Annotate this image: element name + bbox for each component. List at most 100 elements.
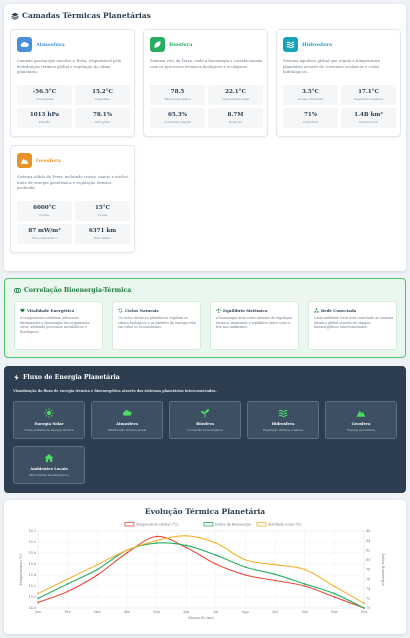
flow-node-name: Ambientes Locais — [30, 466, 68, 472]
correlation-item-description: Os ciclos térmicos planetários regulam o… — [118, 316, 197, 330]
series-point-0 — [66, 590, 69, 593]
layer-stat-value: 17.1°C — [358, 89, 379, 95]
layer-stat-label: Espécies — [229, 120, 242, 124]
layer-card-header: Hidrosfera — [283, 37, 332, 52]
correlation-title-text: Correlação Bioenergia-Térmica — [24, 287, 132, 294]
layer-stats-grid: 78.5 Bioenergia Índice 22.1°C Temperatur… — [150, 85, 263, 128]
flow-subtitle: Visualização do fluxo de energia térmica… — [13, 389, 217, 393]
series-point-0 — [185, 546, 188, 549]
layer-stat-label: Cobertura Vegetal — [164, 120, 191, 124]
flow-node-name: Hidrosfera — [271, 421, 295, 427]
series-point-2 — [274, 563, 276, 566]
layer-card-description: Sistema vivo da Terra, onde a bioenergia… — [150, 58, 263, 69]
layer-stat-value: 71% — [303, 112, 318, 118]
layer-stat-label: Raio Médio — [94, 236, 111, 240]
correlation-item-header: Vitalidade Energética — [20, 308, 74, 313]
y-left-tick-label: 15.4 — [28, 573, 36, 577]
series-point-0 — [303, 585, 306, 587]
layer-card-name: Geosfera — [36, 157, 61, 164]
layer-stat-label: Temperatura Ideal — [221, 97, 250, 101]
x-tick-label: Jan — [34, 610, 41, 614]
layer-stat-value: 1.4B km³ — [354, 112, 383, 118]
series-point-1 — [96, 568, 99, 571]
layer-stat-value: 15°C — [94, 205, 111, 211]
flow-node-description: Microclimas bioenergéticos — [29, 472, 69, 477]
correlation-item-name: Ciclos Naturais — [125, 308, 159, 313]
series-point-2 — [363, 602, 365, 605]
correlation-item-header: Equilíbrio Sistêmico — [216, 308, 267, 313]
layer-card-3: Geosfera Sistema sólido da Terra, inclui… — [10, 145, 135, 253]
series-point-1 — [37, 597, 39, 600]
flow-title: Fluxo de Energia Planetária — [13, 374, 120, 381]
layer-card-1: Biosfera Sistema vivo da Terra, onde a b… — [143, 29, 268, 137]
flow-node-description: Fonte primária de energia térmica — [24, 427, 74, 432]
x-tick-label: Dez — [361, 610, 368, 614]
layer-stat: 78.1% Nitrogênio — [75, 108, 130, 128]
y-right-tick-label: 74 — [366, 587, 370, 591]
network-icon — [314, 308, 319, 313]
layer-stat-value: 22.1°C — [225, 89, 246, 95]
x-tick-label: Jul — [212, 610, 218, 614]
flow-node-description: Energia geotérmica — [346, 427, 376, 432]
cycle-icon — [118, 308, 123, 313]
correlation-item-description: A temperatura ambiente influencia direta… — [20, 316, 90, 334]
series-point-1 — [214, 554, 217, 556]
correlation-item-name: Vitalidade Energética — [27, 308, 75, 313]
y-left-tick-label: 15.0 — [28, 595, 36, 599]
flow-node-2: Biosfera Conversão bioenergética — [169, 401, 241, 439]
layer-card-0: Atmosfera Camada gasosa que envolve a Te… — [10, 29, 135, 137]
layer-stat-label: Superfície — [94, 97, 111, 101]
x-tick-label: Set — [272, 610, 278, 614]
layer-stat: 15°C Crosta — [75, 201, 130, 221]
layer-stat: 8.7M Espécies — [208, 108, 263, 128]
layer-stat-value: 3.5°C — [302, 89, 319, 95]
x-tick-label: Ago — [241, 610, 249, 614]
layer-stats-grid: -56.5°C Tropopausa 15.2°C Superfície 101… — [17, 85, 130, 128]
x-axis-label: Meses do Ano — [188, 616, 213, 620]
flow-node-name: Atmosfera — [116, 421, 138, 427]
y-right-tick-label: 86 — [366, 529, 370, 533]
correlation-item-description: Cada ambiente local está conectado ao si… — [314, 316, 394, 330]
layer-stat-value: 65.3% — [168, 112, 187, 118]
legend-label: Índice de Bioenergia — [215, 522, 251, 527]
layer-stat: -56.5°C Tropopausa — [17, 85, 72, 105]
layer-stat-label: Nitrogênio — [94, 120, 111, 124]
water-icon — [278, 410, 288, 418]
layer-card-name: Atmosfera — [36, 41, 65, 48]
series-point-1 — [66, 583, 69, 585]
layer-stat: 6371 km Raio Médio — [75, 224, 130, 244]
layer-stat-label: Volume Total — [359, 120, 378, 124]
series-point-1 — [244, 566, 247, 568]
correlation-panel: Correlação Bioenergia-Térmica Vitalidade… — [4, 278, 406, 358]
y-left-tick-label: 16.0 — [28, 540, 36, 544]
series-point-1 — [303, 583, 306, 585]
series-point-1 — [363, 607, 365, 609]
series-point-0 — [333, 596, 336, 598]
x-tick-label: Abr — [123, 610, 131, 614]
layer-stat: 3.5°C Oceano Profundo — [283, 85, 338, 105]
series-point-2 — [244, 558, 247, 561]
series-point-2 — [333, 585, 336, 588]
layer-stat-value: 15.2°C — [92, 89, 113, 95]
sun-icon — [44, 408, 54, 418]
correlation-item-0: Vitalidade Energética A temperatura ambi… — [14, 301, 103, 350]
layer-stat-value: 8.7M — [227, 112, 244, 118]
layer-stat-label: Oceano Profundo — [297, 97, 324, 101]
layers-title: Camadas Térmicas Planetárias — [11, 11, 151, 20]
layer-stat-value: 6371 km — [88, 228, 117, 234]
heart-icon — [20, 308, 25, 313]
layer-card-name: Biosfera — [169, 41, 193, 48]
x-tick-label: Jun — [182, 610, 190, 614]
layer-stats-grid: 3.5°C Oceano Profundo 17.1°C Superfície … — [283, 85, 396, 128]
series-point-1 — [333, 592, 336, 595]
bolt-icon — [14, 374, 19, 381]
layer-card-header: Biosfera — [150, 37, 192, 52]
series-point-0 — [37, 601, 39, 604]
layer-stat-value: 78.5 — [170, 89, 185, 95]
layer-stats-grid: 6000°C Núcleo 15°C Crosta 87 mW/m² Fluxo… — [17, 201, 130, 244]
flow-node-4: Geosfera Energia geotérmica — [325, 401, 397, 439]
layer-stat: 65.3% Cobertura Vegetal — [150, 108, 205, 128]
layer-stat-label: Crosta — [97, 213, 108, 217]
series-point-0 — [214, 563, 217, 565]
brain-icon — [14, 287, 21, 294]
